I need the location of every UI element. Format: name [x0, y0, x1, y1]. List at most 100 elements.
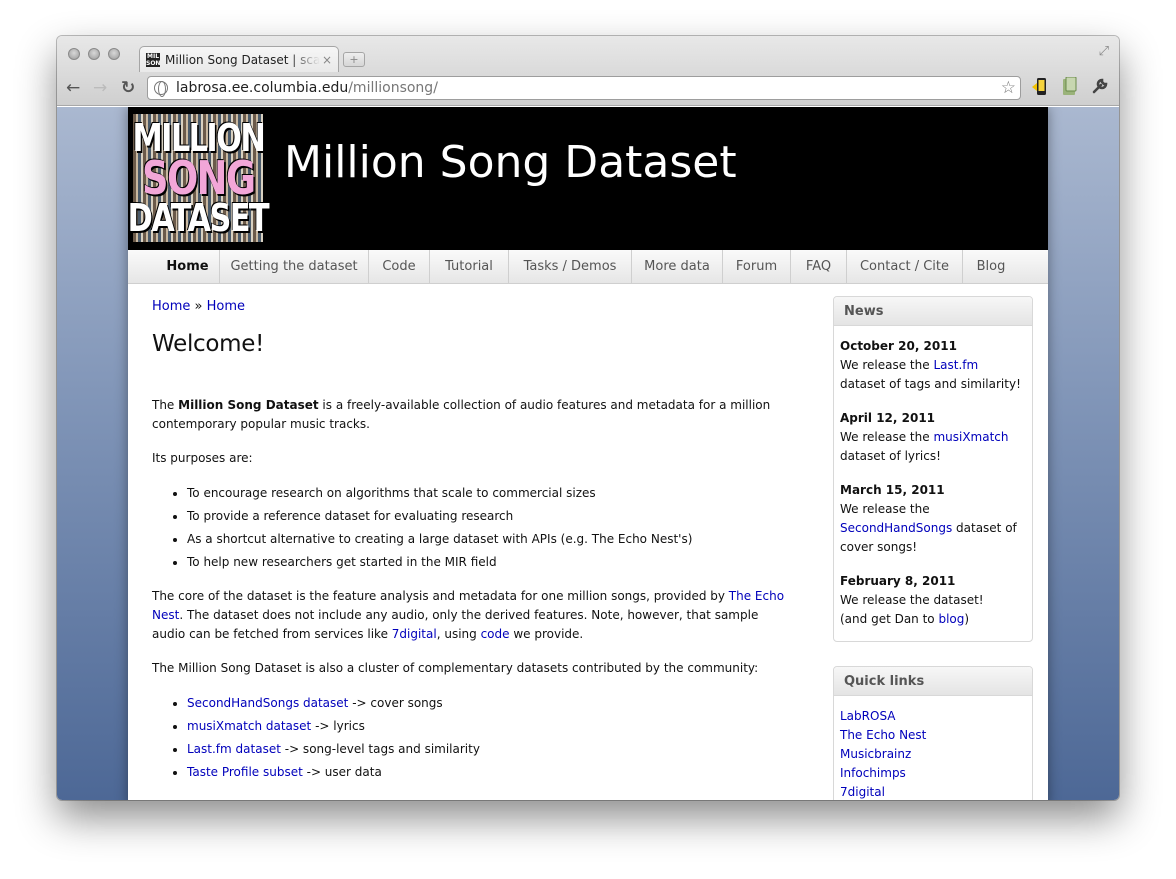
fullscreen-icon[interactable]: ⤢	[1099, 44, 1109, 59]
breadcrumb: Home » Home	[152, 297, 792, 316]
url-host: labrosa.ee.columbia.edu	[176, 80, 349, 96]
news-text: (and get Dan to	[840, 612, 939, 626]
tab-title: Million Song Dataset | scaling MIR resea…	[165, 52, 320, 67]
breadcrumb-separator: »	[190, 299, 207, 314]
mobile-extension-icon[interactable]	[1032, 77, 1050, 101]
back-button[interactable]: ←	[66, 78, 80, 98]
nav-tasks-demos[interactable]: Tasks / Demos	[509, 250, 632, 284]
list-item: musiXmatch dataset -> lyrics	[187, 717, 792, 736]
list-item: To provide a reference dataset for evalu…	[187, 507, 792, 526]
nav-more-data[interactable]: More data	[632, 250, 723, 284]
purposes-list: To encourage research on algorithms that…	[187, 484, 792, 572]
dataset-desc: -> cover songs	[348, 696, 443, 710]
quick-links-box: Quick links LabROSA The Echo Nest Musicb…	[833, 666, 1033, 800]
cluster-paragraph: The Million Song Dataset is also a clust…	[152, 661, 759, 675]
list-item: To encourage research on algorithms that…	[187, 484, 792, 503]
datasets-list: SecondHandSongs dataset -> cover songs m…	[187, 694, 792, 782]
page-title: Welcome!	[152, 331, 265, 357]
list-item: SecondHandSongs dataset -> cover songs	[187, 694, 792, 713]
dataset-desc: -> user data	[302, 765, 382, 779]
logo-line-3: DATASET	[127, 196, 270, 240]
news-item: April 12, 2011 We release the musiXmatch…	[840, 409, 1026, 466]
news-item: February 8, 2011 We release the dataset!…	[840, 572, 1026, 629]
breadcrumb-current-link[interactable]: Home	[207, 299, 245, 314]
quick-link-labrosa[interactable]: LabROSA	[840, 707, 1026, 726]
list-item: To help new researchers get started in t…	[187, 553, 792, 572]
intro-paragraph: The Million Song Dataset is a freely-ava…	[152, 396, 792, 434]
purposes-label: Its purposes are:	[152, 451, 253, 465]
core-text-3: , using	[436, 627, 481, 641]
quick-link-infochimps[interactable]: Infochimps	[840, 764, 1026, 783]
list-item: Last.fm dataset -> song-level tags and s…	[187, 740, 792, 759]
site-logo[interactable]: MILLION SONG DATASET	[128, 114, 270, 242]
browser-tab[interactable]: MIL SON DAT Million Song Dataset | scali…	[139, 46, 339, 72]
quick-links-body: LabROSA The Echo Nest Musicbrainz Infoch…	[834, 696, 1032, 800]
taste-profile-link[interactable]: Taste Profile subset	[187, 765, 303, 779]
wrench-icon[interactable]	[1091, 77, 1109, 99]
web-page: MILLION SONG DATASET Million Song Datase…	[128, 107, 1048, 800]
site-title[interactable]: Million Song Dataset	[284, 137, 737, 188]
favicon-icon: MIL SON DAT	[146, 52, 160, 67]
nav-faq[interactable]: FAQ	[791, 250, 847, 284]
site-header: MILLION SONG DATASET Million Song Datase…	[128, 107, 1048, 250]
intro-text-bold: Million Song Dataset	[178, 398, 319, 412]
news-item: October 20, 2011 We release the Last.fm …	[840, 337, 1026, 394]
nav-tutorial[interactable]: Tutorial	[430, 250, 509, 284]
nav-blog[interactable]: Blog	[963, 250, 1019, 284]
news-blog-link[interactable]: blog	[938, 612, 964, 626]
list-item: As a shortcut alternative to creating a …	[187, 530, 792, 549]
lastfm-link[interactable]: Last.fm dataset	[187, 742, 281, 756]
news-title: News	[834, 297, 1032, 326]
address-bar[interactable]: labrosa.ee.columbia.edu/millionsong/ ☆	[147, 76, 1021, 100]
breadcrumb-home-link[interactable]: Home	[152, 299, 190, 314]
news-date: October 20, 2011	[840, 339, 957, 353]
dataset-desc: -> lyrics	[311, 719, 365, 733]
nav-getting-the-dataset[interactable]: Getting the dataset	[219, 250, 369, 284]
news-date: February 8, 2011	[840, 574, 956, 588]
nav-home[interactable]: Home	[156, 250, 219, 284]
news-item: March 15, 2011 We release the SecondHand…	[840, 481, 1026, 557]
news-musixmatch-link[interactable]: musiXmatch	[933, 430, 1008, 444]
close-window-button[interactable]	[68, 48, 80, 60]
core-text-1: The core of the dataset is the feature a…	[152, 589, 729, 603]
news-body: October 20, 2011 We release the Last.fm …	[834, 326, 1032, 641]
dataset-desc: -> song-level tags and similarity	[280, 742, 480, 756]
browser-toolbar: MIL SON DAT Million Song Dataset | scali…	[57, 36, 1119, 106]
code-link[interactable]: code	[481, 627, 510, 641]
quick-link-musicbrainz[interactable]: Musicbrainz	[840, 745, 1026, 764]
news-lastfm-link[interactable]: Last.fm	[933, 358, 978, 372]
core-paragraph: The core of the dataset is the feature a…	[152, 587, 792, 644]
intro-text-pre: The	[152, 398, 179, 412]
7digital-link[interactable]: 7digital	[392, 627, 437, 641]
forward-button[interactable]: →	[93, 78, 107, 98]
bookmark-star-icon[interactable]: ☆	[1001, 78, 1016, 98]
new-tab-button[interactable]: +	[343, 52, 365, 67]
news-secondhandsongs-link[interactable]: SecondHandSongs	[840, 521, 952, 535]
page-viewport: MILLION SONG DATASET Million Song Datase…	[57, 107, 1119, 800]
list-item: Taste Profile subset -> user data	[187, 763, 792, 782]
minimize-window-button[interactable]	[88, 48, 100, 60]
news-date: March 15, 2011	[840, 483, 945, 497]
news-text: We release the dataset!	[840, 593, 984, 607]
main-content: Home » Home Welcome! The Million Song Da…	[152, 297, 792, 786]
nav-forum[interactable]: Forum	[723, 250, 791, 284]
url-path: /millionsong/	[348, 80, 438, 96]
nav-code[interactable]: Code	[369, 250, 430, 284]
news-text: We release the	[840, 502, 930, 516]
browser-window: MIL SON DAT Million Song Dataset | scali…	[57, 36, 1119, 800]
nav-contact-cite[interactable]: Contact / Cite	[847, 250, 963, 284]
globe-icon	[154, 81, 168, 97]
zoom-window-button[interactable]	[108, 48, 120, 60]
musixmatch-link[interactable]: musiXmatch dataset	[187, 719, 311, 733]
extension-icon[interactable]	[1061, 76, 1079, 101]
quick-link-7digital[interactable]: 7digital	[840, 783, 1026, 800]
main-navigation: Home Getting the dataset Code Tutorial T…	[128, 250, 1048, 284]
quick-links-title: Quick links	[834, 667, 1032, 696]
news-text: dataset of lyrics!	[840, 449, 941, 463]
tab-close-icon[interactable]: ×	[322, 53, 332, 67]
secondhandsongs-link[interactable]: SecondHandSongs dataset	[187, 696, 348, 710]
quick-link-echonest[interactable]: The Echo Nest	[840, 726, 1026, 745]
news-text: We release the	[840, 358, 934, 372]
reload-button[interactable]: ↻	[121, 78, 135, 98]
news-date: April 12, 2011	[840, 411, 936, 425]
